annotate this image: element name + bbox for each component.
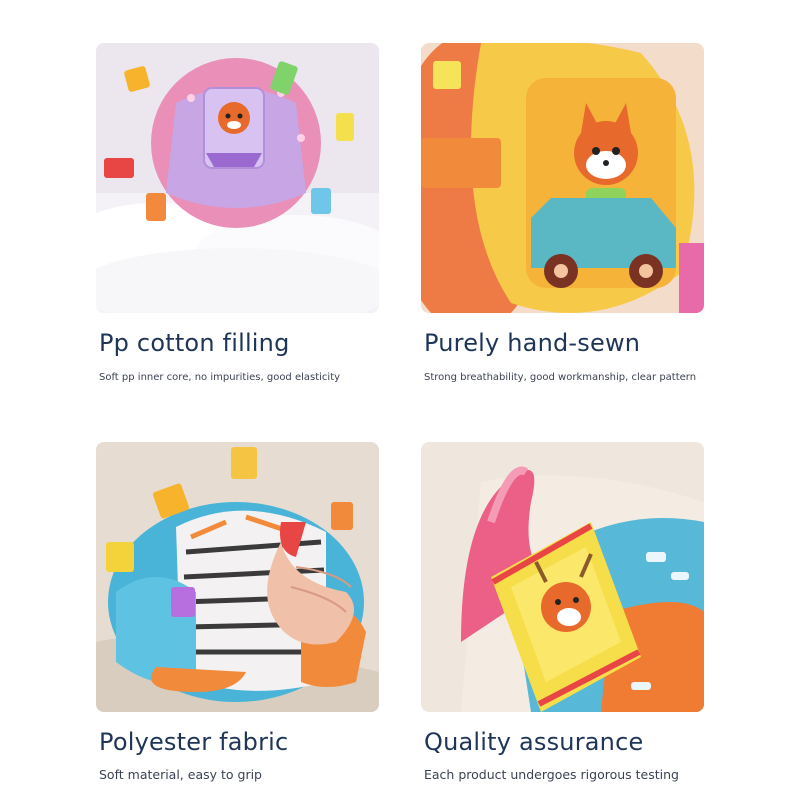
feature-title: Quality assurance <box>424 728 644 756</box>
feature-description: Strong breathability, good workmanship, … <box>424 372 697 383</box>
feature-title: Pp cotton filling <box>99 329 290 357</box>
plush-ball-on-cotton-photo <box>96 43 379 313</box>
feature-description: Each product undergoes rigorous testing <box>424 767 679 782</box>
feature-description: Soft material, easy to grip <box>99 767 262 782</box>
feature-title: Polyester fabric <box>99 728 289 756</box>
feature-title: Purely hand-sewn <box>424 329 641 357</box>
deer-ribbon-tag-photo <box>421 442 704 712</box>
hand-gripping-zebra-ball-photo <box>96 442 379 712</box>
feature-description: Soft pp inner core, no impurities, good … <box>99 372 341 383</box>
fox-car-embroidery-photo <box>421 43 704 313</box>
